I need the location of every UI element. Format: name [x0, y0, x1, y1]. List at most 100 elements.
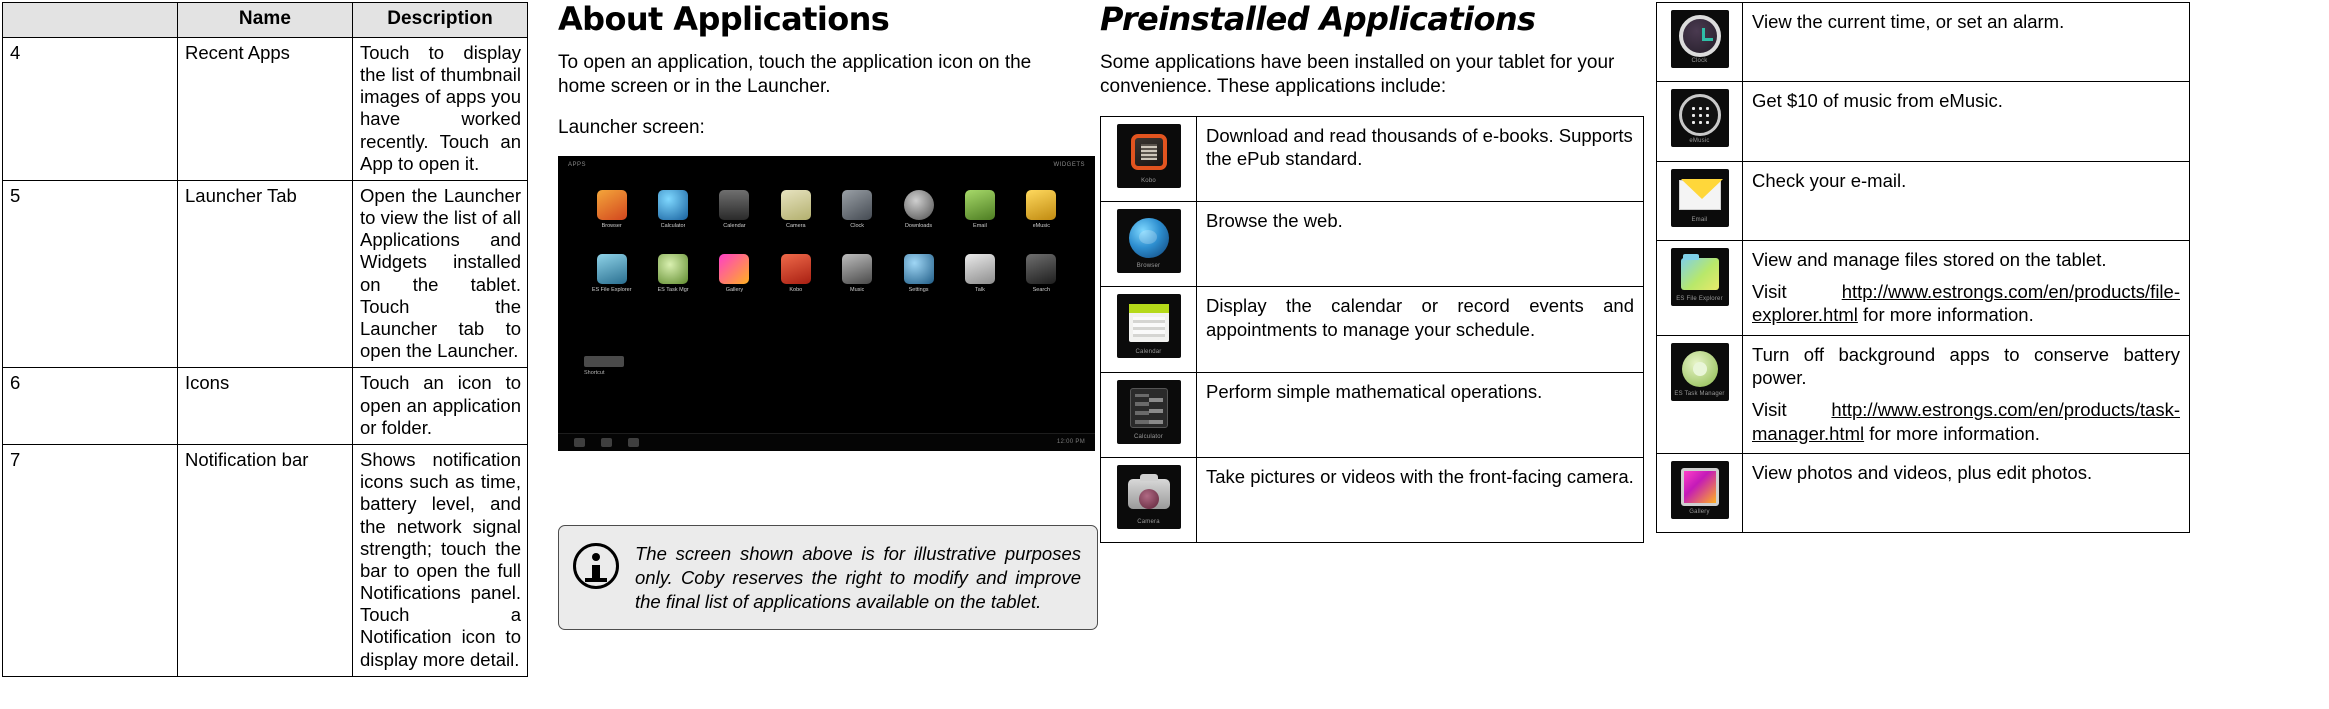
icon-caption: ES Task Manager	[1674, 391, 1725, 398]
app-label: Camera	[786, 222, 806, 229]
extra-apps-table: Clock View the current time, or set an a…	[1656, 1, 2190, 534]
recent-apps-icon	[628, 437, 639, 447]
app-description-with-link: Turn off background apps to conserve bat…	[1742, 334, 2190, 454]
feature-table-body: 4 Recent Apps Touch to display the list …	[2, 36, 528, 677]
list-item: eMusic	[1014, 189, 1069, 252]
list-item: Gallery	[707, 253, 762, 316]
navbar-clock: 12:00 PM	[1056, 439, 1085, 446]
app-icon-cell: Camera	[1100, 456, 1197, 544]
ebook-reader-icon: Kobo	[1116, 123, 1181, 188]
emusic-icon: eMusic	[1670, 89, 1729, 148]
file-explorer-icon	[596, 253, 627, 284]
screenshot-statusbar: APPS WIDGETS	[568, 160, 1085, 170]
visit-line: Visit http://www.estrongs.com/en/product…	[1752, 398, 2180, 445]
icon-caption: Kobo	[1141, 178, 1156, 185]
row-number: 7	[2, 443, 178, 677]
table-row: Camera Take pictures or videos with the …	[1100, 456, 1644, 544]
camera-glyph	[1127, 473, 1170, 509]
ebook-reader-glyph	[1130, 134, 1167, 171]
screenshot-app-grid: Browser Calculator Calendar Camera Clock…	[584, 189, 1069, 316]
calculator-glyph	[1129, 388, 1168, 429]
app-icon-cell: ES File Explorer	[1656, 239, 1743, 336]
dock-label: Shortcut	[584, 369, 605, 376]
back-icon	[574, 437, 585, 447]
app-icon-cell: Calendar	[1100, 286, 1197, 373]
screenshot-dock: Shortcut	[584, 355, 628, 376]
row-description: Open the Launcher to view the list of al…	[352, 179, 528, 369]
section-title-preinstalled: Preinstalled Applications	[1100, 0, 1536, 38]
info-icon-base	[585, 577, 607, 582]
talk-icon	[964, 253, 995, 284]
table-row: Clock View the current time, or set an a…	[1656, 1, 2190, 83]
visit-prefix: Visit	[1752, 399, 1832, 421]
list-item: Downloads	[891, 189, 946, 252]
icon-caption: Camera	[1137, 519, 1160, 526]
list-item: ES File Explorer	[584, 253, 639, 316]
extra-apps-body: Clock View the current time, or set an a…	[1656, 1, 2190, 534]
launcher-screenshot-wrap: APPS WIDGETS Browser Calculator Calendar…	[558, 155, 1095, 451]
list-item: Settings	[891, 253, 946, 316]
info-icon-dot	[592, 552, 600, 561]
app-description: Perform simple mathematical operations.	[1196, 371, 1644, 458]
col-header-description: Description	[352, 2, 528, 38]
calendar-icon	[719, 189, 750, 220]
calculator-icon: Calculator	[1116, 379, 1181, 444]
camera-icon: Camera	[1116, 464, 1181, 529]
icon-caption: Calculator	[1133, 433, 1163, 440]
table-row: ES File Explorer View and manage files s…	[1656, 239, 2190, 336]
col-header-name: Name	[177, 2, 353, 38]
home-icon	[601, 437, 612, 447]
app-icon-cell: eMusic	[1656, 81, 1743, 162]
app-description: View photos and videos, plus edit photos…	[1742, 452, 2190, 534]
table-row: 5 Launcher Tab Open the Launcher to view…	[2, 179, 528, 369]
search-icon	[1026, 253, 1057, 284]
clock-icon: Clock	[1670, 10, 1729, 68]
app-icon-cell: Gallery	[1656, 452, 1743, 534]
row-number: 4	[2, 36, 178, 181]
app-icon-cell: Browser	[1100, 200, 1197, 288]
app-icon-cell: Calculator	[1100, 371, 1197, 458]
clock-icon	[842, 189, 873, 220]
calendar-icon: Calendar	[1116, 294, 1181, 359]
table-row: Calendar Display the calendar or record …	[1100, 286, 1644, 373]
app-description-with-link: View and manage files stored on the tabl…	[1742, 239, 2190, 336]
app-label: Email	[973, 222, 987, 229]
row-name: Launcher Tab	[177, 179, 353, 369]
browser-icon: Browser	[1116, 208, 1181, 273]
app-description: Turn off background apps to conserve bat…	[1752, 343, 2180, 389]
illustrative-note-box: The screen shown above is for illustrati…	[558, 524, 1098, 631]
list-item: Clock	[830, 189, 885, 252]
list-item: Email	[952, 189, 1007, 252]
calendar-glyph	[1128, 304, 1169, 343]
app-label: Search	[1032, 286, 1051, 293]
list-item: Browser	[584, 189, 639, 252]
list-item: Calculator	[645, 189, 700, 252]
list-item: Talk	[952, 253, 1007, 316]
browser-glyph	[1128, 217, 1169, 258]
file-explorer-glyph	[1680, 253, 1719, 290]
table-row: 4 Recent Apps Touch to display the list …	[2, 36, 528, 181]
calculator-icon	[658, 189, 689, 220]
row-name: Recent Apps	[177, 36, 353, 181]
clock-glyph	[1678, 15, 1721, 58]
icon-caption: Browser	[1136, 263, 1161, 270]
emusic-glyph	[1678, 94, 1721, 137]
task-manager-icon	[658, 253, 689, 284]
email-icon	[964, 189, 995, 220]
col-header-num	[2, 2, 178, 38]
table-row: Calculator Perform simple mathematical o…	[1100, 371, 1644, 458]
feature-table-column: Name Description 4 Recent Apps Touch to …	[0, 0, 530, 677]
page-title: About Applications	[558, 0, 890, 38]
app-icon-cell: Clock	[1656, 1, 1743, 83]
app-description: Take pictures or videos with the front-f…	[1196, 456, 1644, 544]
list-item: Camera	[768, 189, 823, 252]
email-icon: Email	[1670, 168, 1729, 227]
info-icon	[573, 542, 619, 589]
dock-shortcut-icon	[584, 355, 624, 367]
app-description: Get $10 of music from eMusic.	[1742, 81, 2190, 162]
task-manager-icon: ES Task Manager	[1670, 342, 1729, 401]
app-description: Check your e-mail.	[1742, 160, 2190, 241]
app-label: Kobo	[789, 286, 803, 293]
app-label: eMusic	[1032, 222, 1051, 229]
app-label: Calendar	[723, 222, 746, 229]
